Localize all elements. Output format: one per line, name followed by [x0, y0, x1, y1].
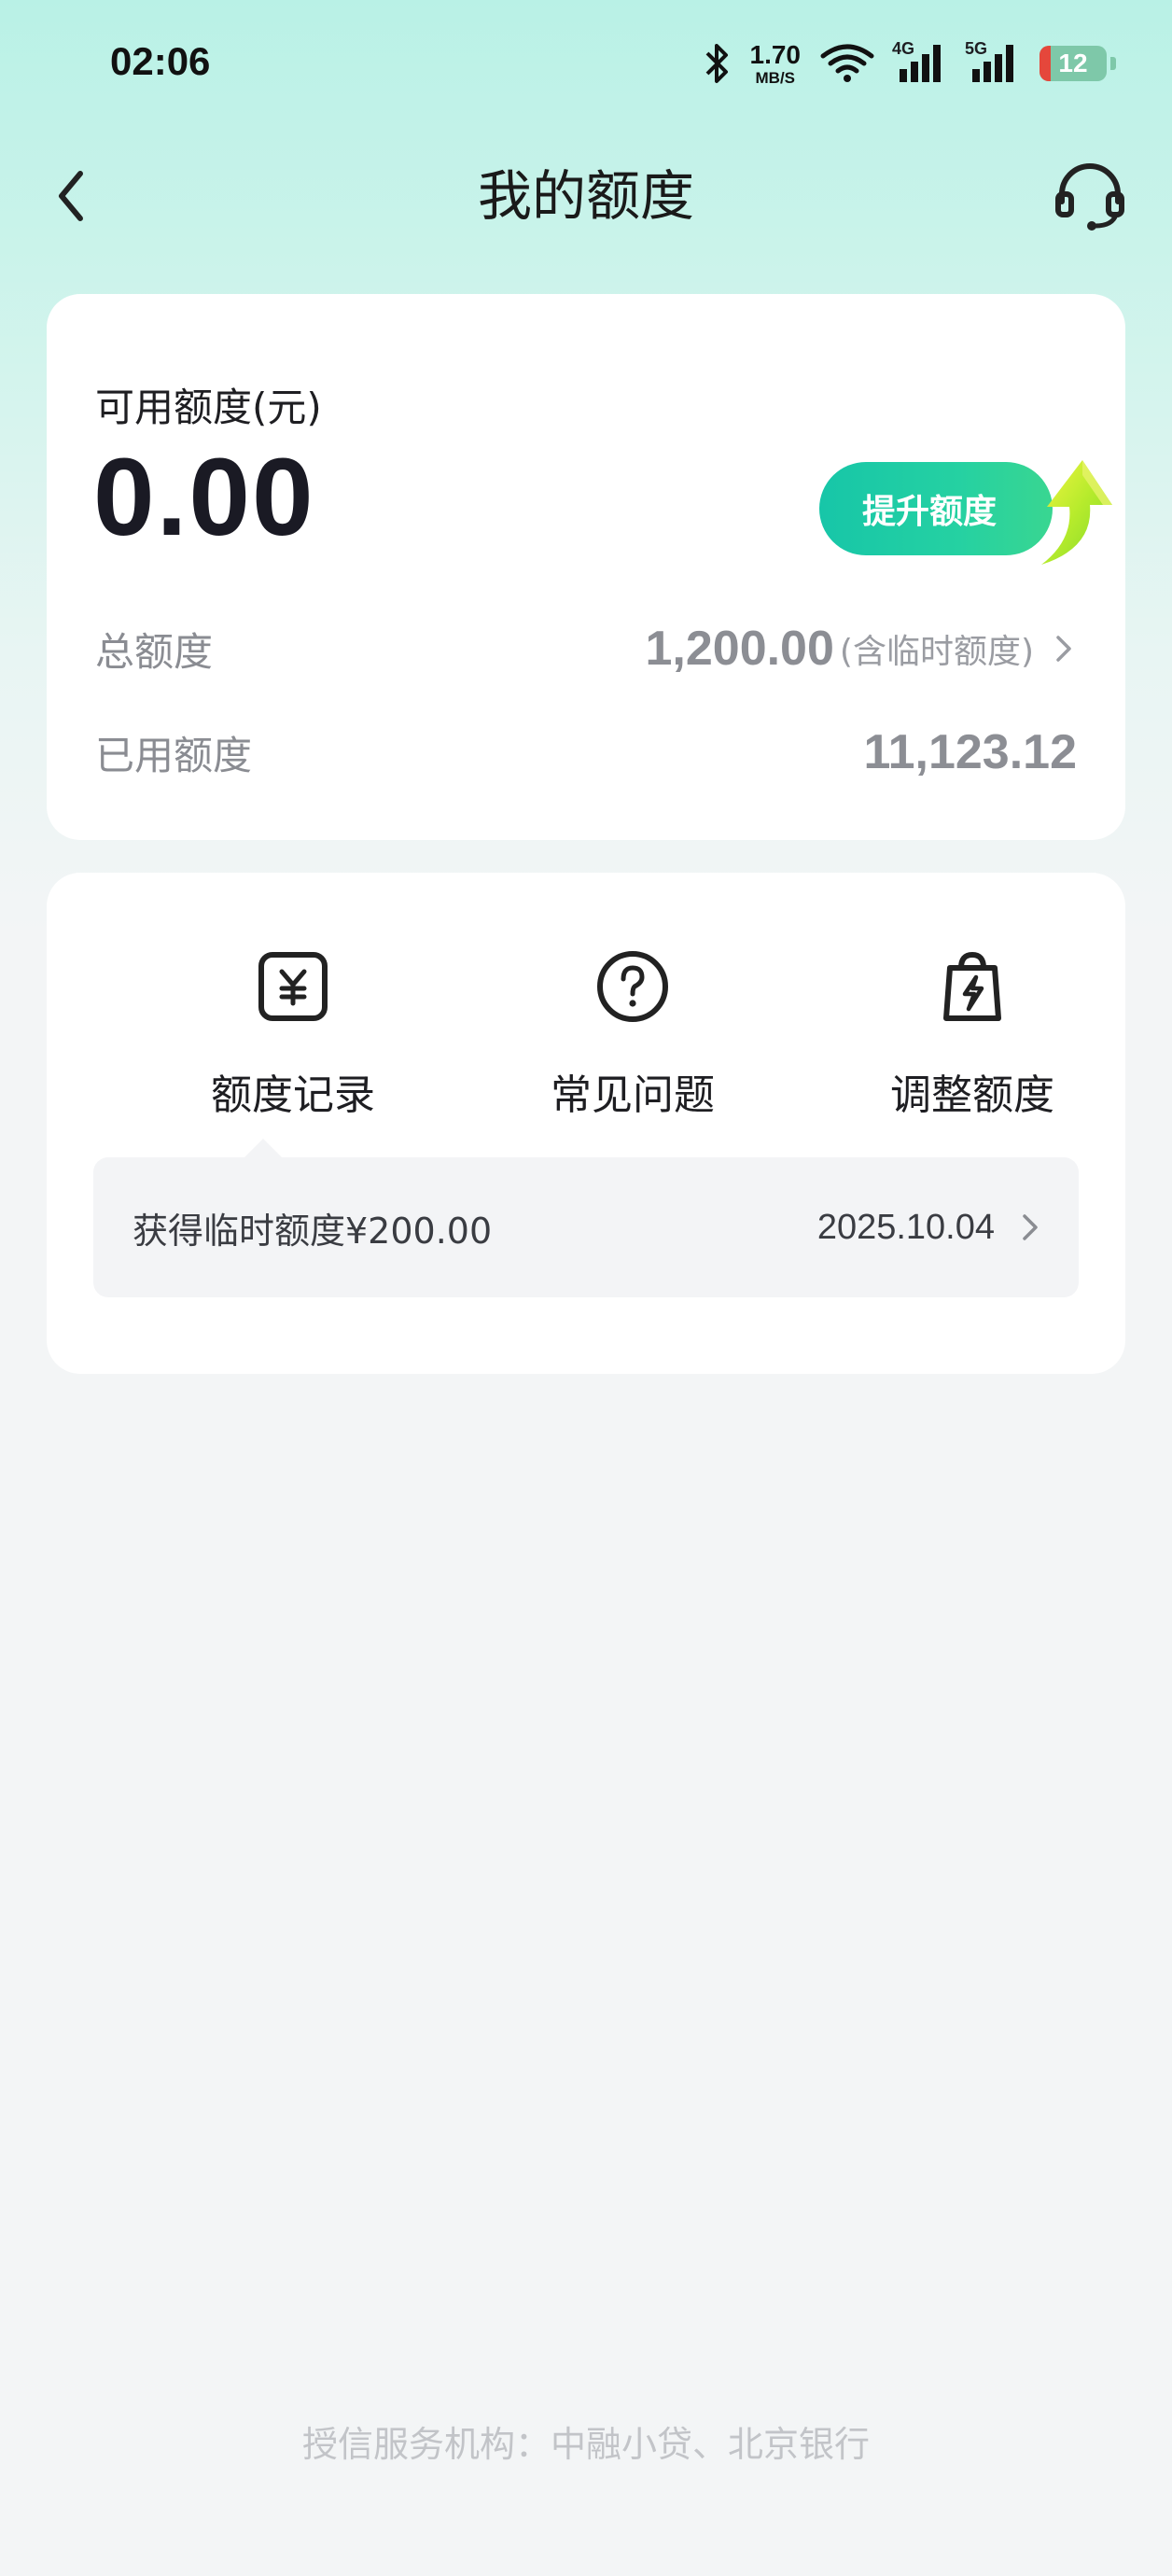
chevron-right-icon [1023, 1214, 1038, 1240]
menu-label: 常见问题 [551, 1071, 715, 1119]
status-time: 02:06 [110, 39, 211, 83]
menu-item-quota-records[interactable]: 额度记录 [153, 947, 433, 1134]
page-title: 我的额度 [477, 164, 694, 228]
menu-label: 额度记录 [211, 1071, 375, 1119]
menu-item-faq[interactable]: 常见问题 [493, 947, 773, 1134]
menu-label: 调整额度 [890, 1071, 1054, 1119]
notice-text: 获得临时额度¥200.00 [133, 1210, 493, 1252]
total-quota-value: 1,200.00 [645, 622, 834, 676]
notice-date: 2025.10.04 [816, 1207, 995, 1247]
customer-service-icon[interactable] [1051, 157, 1129, 235]
total-quota-row[interactable]: 总额度 1,200.00 (含临时额度) [95, 616, 1077, 681]
battery-level: 12 [1058, 49, 1088, 77]
sim2-tag: 5G [965, 39, 988, 58]
question-circle-icon [597, 951, 668, 1022]
wifi-icon [820, 44, 874, 82]
net-speed-value: 1.70 [749, 39, 802, 69]
net-speed-unit: MB/S [755, 68, 796, 87]
menu-item-adjust-quota[interactable]: 调整额度 [832, 947, 1112, 1134]
yuan-receipt-icon [258, 952, 328, 1021]
used-quota-label: 已用额度 [95, 732, 253, 778]
temp-quota-notice[interactable]: 获得临时额度¥200.00 2025.10.04 [93, 1157, 1079, 1297]
lightning-bag-icon [943, 951, 1001, 1021]
total-quota-label: 总额度 [95, 628, 214, 675]
status-icons: 1.70 MB/S 4G 5G 12 [704, 37, 1116, 90]
quota-card: 可用额度(元) 0.00 提升额度 总额度 1,200.00 (含临时额度) 已… [47, 294, 1125, 840]
notice-pointer [244, 1139, 282, 1157]
bluetooth-icon [705, 44, 728, 83]
signal-sim2: 5G [965, 39, 1021, 84]
chevron-right-icon [1056, 636, 1071, 662]
status-bar: 02:06 1.70 MB/S 4G 5G 12 [0, 0, 1172, 131]
battery-icon: 12 [1039, 46, 1107, 81]
upgrade-quota-label: 提升额度 [862, 493, 998, 531]
available-quota-label: 可用额度(元) [95, 385, 322, 430]
menu-card: 额度记录 常见问题 调整额度 获得临时额度¥200.00 2025.10.04 [47, 873, 1125, 1374]
used-quota-row: 已用额度 11,123.12 [95, 720, 1077, 785]
net-speed: 1.70 MB/S [749, 39, 802, 87]
signal-sim1: 4G [892, 39, 948, 84]
credit-institution-footer: 授信服务机构：中融小贷、北京银行 [301, 2424, 870, 2465]
up-arrow-icon [1041, 460, 1112, 565]
nav-bar: 我的额度 [0, 140, 1172, 252]
used-quota-value: 11,123.12 [863, 725, 1077, 779]
sim1-tag: 4G [892, 39, 915, 58]
total-quota-note: (含临时额度) [839, 633, 1034, 671]
available-quota-amount: 0.00 [93, 436, 315, 559]
